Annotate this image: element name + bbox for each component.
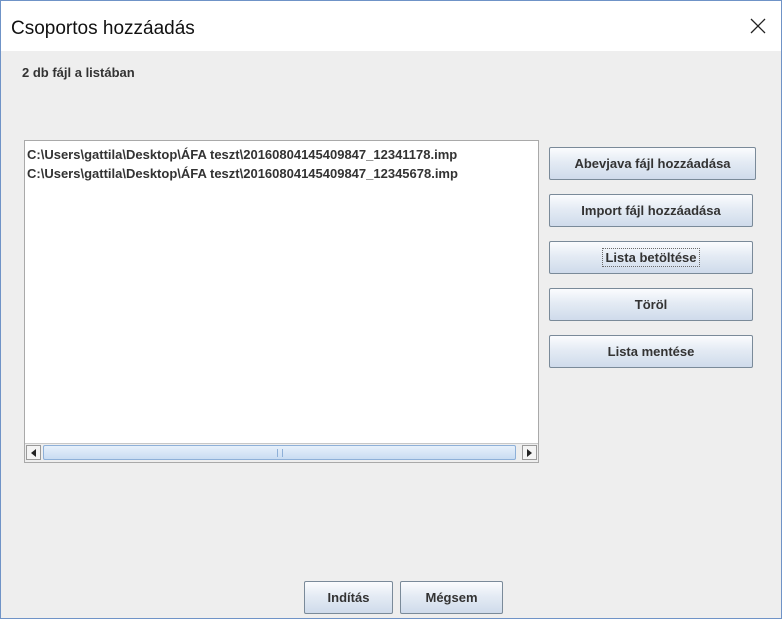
start-label: Indítás (327, 590, 370, 605)
add-import-file-label: Import fájl hozzáadása (581, 203, 721, 218)
add-import-file-button[interactable]: Import fájl hozzáadása (549, 194, 753, 227)
file-count-label: 2 db fájl a listában (22, 65, 135, 80)
list-item[interactable]: C:\Users\gattila\Desktop\ÁFA teszt\20160… (25, 145, 538, 164)
add-abevjava-file-label: Abevjava fájl hozzáadása (574, 156, 731, 171)
horizontal-scrollbar[interactable] (25, 443, 538, 462)
delete-button[interactable]: Töröl (549, 288, 753, 321)
list-item[interactable]: C:\Users\gattila\Desktop\ÁFA teszt\20160… (25, 164, 538, 183)
scroll-left-button[interactable] (26, 445, 41, 460)
window-title: Csoportos hozzáadás (11, 18, 195, 39)
delete-label: Töröl (634, 297, 668, 312)
save-list-button[interactable]: Lista mentése (549, 335, 753, 368)
load-list-button[interactable]: Lista betöltése (549, 241, 753, 274)
start-button[interactable]: Indítás (304, 581, 393, 614)
dialog-window: Csoportos hozzáadás 2 db fájl a listában… (0, 0, 782, 619)
load-list-label: Lista betöltése (602, 248, 700, 267)
close-icon (750, 18, 766, 34)
grip-icon (276, 449, 283, 457)
cancel-label: Mégsem (425, 590, 478, 605)
save-list-label: Lista mentése (607, 344, 695, 359)
close-button[interactable] (735, 1, 781, 51)
cancel-button[interactable]: Mégsem (400, 581, 503, 614)
scrollbar-thumb[interactable] (43, 445, 516, 460)
add-abevjava-file-button[interactable]: Abevjava fájl hozzáadása (549, 147, 756, 180)
arrow-left-icon (31, 448, 36, 457)
title-bar: Csoportos hozzáadás (1, 1, 781, 51)
file-list-items: C:\Users\gattila\Desktop\ÁFA teszt\20160… (25, 141, 538, 443)
file-list[interactable]: C:\Users\gattila\Desktop\ÁFA teszt\20160… (24, 140, 539, 463)
arrow-right-icon (527, 448, 532, 457)
scroll-right-button[interactable] (522, 445, 537, 460)
